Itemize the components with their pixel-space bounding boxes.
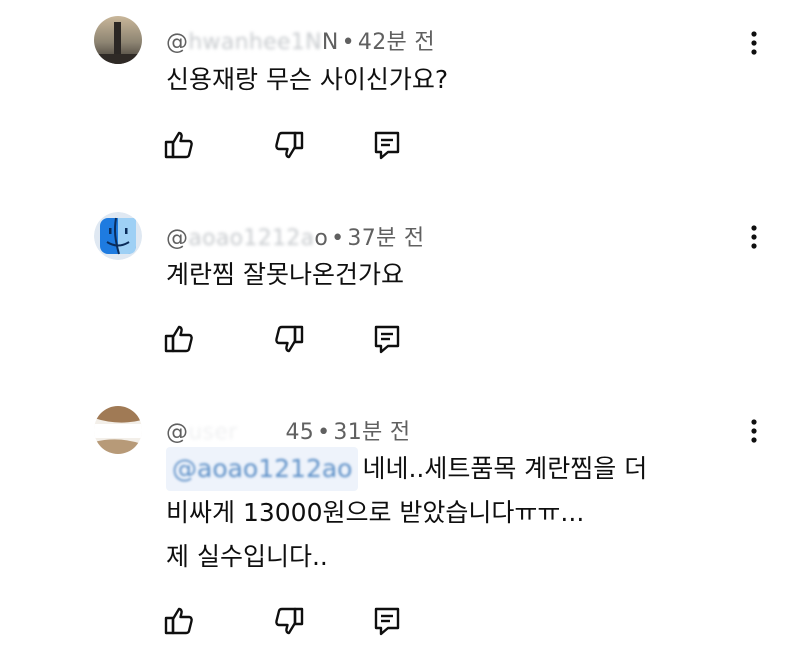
meta-separator: • [317,420,331,445]
avatar[interactable] [94,16,142,64]
author-handle-tail[interactable]: N [322,30,339,55]
author-handle-tail[interactable]: 45 [286,420,315,445]
author-handle-redacted[interactable]: aoao1212a [188,226,314,251]
more-options-button[interactable] [742,26,766,60]
more-vertical-icon [751,225,757,249]
dislike-button[interactable] [272,128,306,162]
thumb-up-icon [164,131,193,159]
thumb-up-icon [164,607,193,635]
comment-line: 계란찜 잘못나온건가요 [166,260,404,289]
author-handle-prefix[interactable]: @ [166,30,188,55]
comment-line: @aoao1212ao 네네..세트품목 계란찜을 더 [166,447,647,491]
thumb-down-icon [275,131,304,159]
more-vertical-icon [751,419,757,443]
like-button[interactable] [162,322,196,356]
comment-time: 42분 전 [357,30,435,55]
reply-icon [374,325,400,354]
author-handle-redacted[interactable]: user [188,420,237,445]
comment-time: 37분 전 [347,226,425,251]
comment-body: 계란찜 잘못나온건가요 [166,253,404,297]
reply-icon [374,131,400,160]
reply-icon [374,607,400,636]
more-options-button[interactable] [742,220,766,254]
avatar[interactable] [94,406,142,454]
comment-meta: @user 45 • 31분 전 [166,414,410,446]
thumb-down-icon [275,607,304,635]
more-vertical-icon [751,31,757,55]
comment-line-text: 네네..세트품목 계란찜을 더 [362,454,648,483]
reply-mention-link[interactable]: @aoao1212ao [166,447,359,491]
thumb-down-icon [275,325,304,353]
like-button[interactable] [162,604,196,638]
comment-body: 신용재랑 무슨 사이신가요? [166,58,448,102]
like-button[interactable] [162,128,196,162]
reply-button[interactable] [370,128,404,162]
comment-line: 제 실수입니다.. [166,542,328,571]
comment-line: 신용재랑 무슨 사이신가요? [166,65,449,94]
meta-separator: • [341,30,355,55]
author-handle-prefix[interactable]: @ [166,420,188,445]
thumb-up-icon [164,325,193,353]
reply-button[interactable] [370,322,404,356]
dislike-button[interactable] [272,322,306,356]
dislike-button[interactable] [272,604,306,638]
avatar[interactable] [94,212,142,260]
reply-button[interactable] [370,604,404,638]
comment-line: 비싸게 13000원으로 받았습니다ㅠㅠ... [166,498,585,527]
meta-separator: • [331,226,345,251]
author-handle-prefix[interactable]: @ [166,226,188,251]
comment-body: @aoao1212ao 네네..세트품목 계란찜을 더 비싸게 13000원으로 … [166,447,647,579]
author-handle-redacted[interactable]: hwanhee1N [188,30,322,55]
comment-meta: @hwanhee1NN • 42분 전 [166,24,435,56]
comment-meta: @aoao1212ao • 37분 전 [166,220,424,252]
author-handle-tail[interactable]: o [314,226,328,251]
comment-time: 31분 전 [333,420,411,445]
more-options-button[interactable] [742,414,766,448]
